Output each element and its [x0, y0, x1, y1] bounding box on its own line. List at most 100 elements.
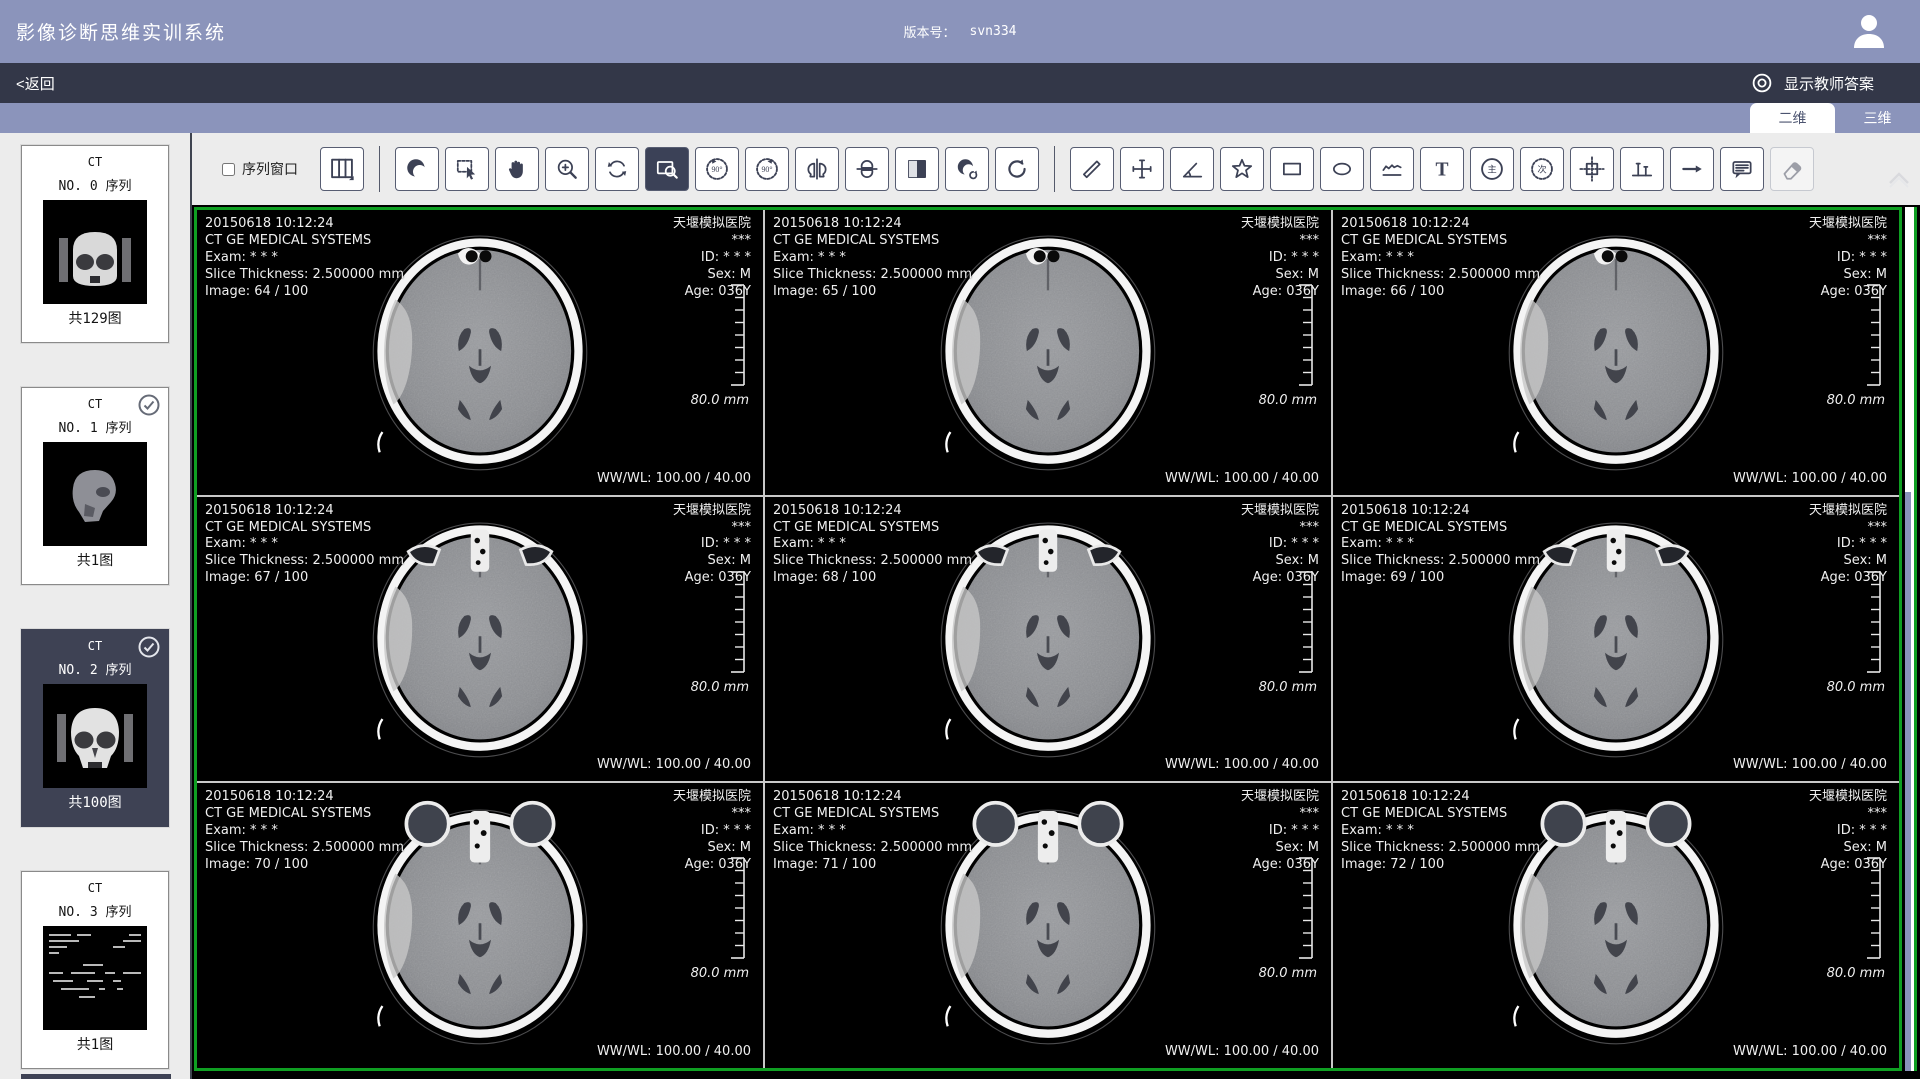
tool-arrow-button[interactable]	[1670, 147, 1714, 191]
viewport-grid: 20150618 10:12:24 CT GE MEDICAL SYSTEMS …	[194, 207, 1902, 1071]
view-tab-band: 二维 三维	[0, 103, 1920, 133]
scale-ruler: 80.0 mm	[1827, 568, 1885, 695]
tool-rotate-90-cw-button[interactable]: 90°	[745, 147, 789, 191]
tool-secondary-mark-button[interactable]: 次	[1520, 147, 1564, 191]
tool-profile-line-button[interactable]	[1620, 147, 1664, 191]
tool-ellipse-button[interactable]	[1320, 147, 1364, 191]
overlay-patient-id: ID: * * *	[1241, 823, 1319, 840]
scale-ruler: 80.0 mm	[691, 281, 749, 408]
overlay-patient-id: ID: * * *	[673, 823, 751, 840]
cell-overlay-top-left: 20150618 10:12:24 CT GE MEDICAL SYSTEMS …	[205, 789, 404, 873]
tool-angle-button[interactable]	[1170, 147, 1214, 191]
next-series-card-partial	[21, 1074, 171, 1079]
overlay-wwwl: WW/WL: 100.00 / 40.00	[1165, 1044, 1319, 1061]
viewport-cell[interactable]: 20150618 10:12:24 CT GE MEDICAL SYSTEMS …	[197, 783, 763, 1068]
tool-zoom-region-button[interactable]	[645, 147, 689, 191]
overlay-exam: Exam: * * *	[1341, 536, 1540, 553]
overlay-image-counter: Image: 70 / 100	[205, 857, 404, 874]
tool-select-button[interactable]	[445, 147, 489, 191]
tool-rectangle-button[interactable]	[1270, 147, 1314, 191]
scale-label: 80.0 mm	[1827, 680, 1885, 695]
tool-text-button[interactable]: T	[1420, 147, 1464, 191]
scale-label: 80.0 mm	[691, 393, 749, 408]
viewport-scrollbar[interactable]	[1905, 207, 1917, 1071]
overlay-stars: ***	[673, 233, 751, 250]
back-button[interactable]: <返回	[16, 73, 55, 94]
tab-2d[interactable]: 二维	[1750, 103, 1835, 133]
tool-ruler-button[interactable]	[1070, 147, 1114, 191]
tool-primary-mark-button[interactable]: 主	[1470, 147, 1514, 191]
collapse-toolbar-icon[interactable]	[1886, 169, 1912, 189]
overlay-slice-thickness: Slice Thickness: 2.500000 mm	[205, 267, 404, 284]
viewport-cell[interactable]: 20150618 10:12:24 CT GE MEDICAL SYSTEMS …	[197, 210, 763, 495]
select-icon	[454, 156, 480, 182]
scrollbar-thumb[interactable]	[1905, 492, 1911, 1071]
overlay-patient-id: ID: * * *	[1241, 536, 1319, 553]
ellipse-icon	[1329, 156, 1355, 182]
overlay-slice-thickness: Slice Thickness: 2.500000 mm	[1341, 840, 1540, 857]
viewport-cell[interactable]: 20150618 10:12:24 CT GE MEDICAL SYSTEMS …	[1333, 497, 1899, 782]
overlay-stars: ***	[1809, 520, 1887, 537]
tool-star-polygon-button[interactable]	[1220, 147, 1264, 191]
tool-rotate-90-ccw-button[interactable]: 90°	[695, 147, 739, 191]
series-modality: CT	[22, 881, 168, 895]
tool-rotate-free-button[interactable]	[595, 147, 639, 191]
tool-window-level-button[interactable]	[395, 147, 439, 191]
series-window-checkbox-group: 序列窗口	[222, 159, 298, 179]
series-window-checkbox[interactable]	[222, 163, 235, 176]
reset-icon	[1004, 156, 1030, 182]
tool-pan-button[interactable]	[495, 147, 539, 191]
viewport-cell[interactable]: 20150618 10:12:24 CT GE MEDICAL SYSTEMS …	[765, 783, 1331, 1068]
series-card-2[interactable]: CT NO. 2 序列 共100图	[21, 629, 169, 827]
angle-icon	[1179, 156, 1205, 182]
overlay-hospital: 天堰模拟医院	[1241, 789, 1319, 806]
overlay-slice-thickness: Slice Thickness: 2.500000 mm	[773, 840, 972, 857]
scale-ruler-icon	[1863, 568, 1885, 676]
tool-comment-button[interactable]	[1720, 147, 1764, 191]
viewport-cell[interactable]: 20150618 10:12:24 CT GE MEDICAL SYSTEMS …	[197, 497, 763, 782]
viewport-cell[interactable]: 20150618 10:12:24 CT GE MEDICAL SYSTEMS …	[765, 497, 1331, 782]
overlay-slice-thickness: Slice Thickness: 2.500000 mm	[773, 267, 972, 284]
series-card-3[interactable]: CT NO. 3 序列 共1图	[21, 871, 169, 1069]
series-count: 共129图	[22, 308, 168, 328]
overlay-manufacturer: CT GE MEDICAL SYSTEMS	[205, 233, 404, 250]
scale-ruler: 80.0 mm	[1259, 568, 1317, 695]
svg-text:T: T	[1435, 160, 1448, 181]
overlay-exam: Exam: * * *	[1341, 823, 1540, 840]
scale-ruler-icon	[727, 281, 749, 389]
tool-zoom-button[interactable]	[545, 147, 589, 191]
user-avatar-icon[interactable]	[1848, 10, 1890, 52]
overlay-patient-id: ID: * * *	[1809, 536, 1887, 553]
tool-cross-measure-button[interactable]	[1120, 147, 1164, 191]
tool-center-cross-button[interactable]	[1570, 147, 1614, 191]
overlay-datetime: 20150618 10:12:24	[205, 503, 404, 520]
series-window-label: 序列窗口	[242, 159, 298, 179]
tool-flip-horizontal-button[interactable]	[795, 147, 839, 191]
overlay-image-counter: Image: 65 / 100	[773, 284, 972, 301]
tool-window-preset-button[interactable]	[945, 147, 989, 191]
tool-eraser-button[interactable]	[1770, 147, 1814, 191]
tool-layout-button[interactable]	[320, 147, 364, 191]
show-teacher-answer-button[interactable]: 显示教师答案	[1749, 73, 1874, 94]
overlay-hospital: 天堰模拟医院	[1809, 216, 1887, 233]
overlay-image-counter: Image: 66 / 100	[1341, 284, 1540, 301]
scale-ruler: 80.0 mm	[1827, 281, 1885, 408]
tool-invert-button[interactable]	[895, 147, 939, 191]
primary-mark-icon: 主	[1478, 155, 1506, 183]
tool-reset-button[interactable]	[995, 147, 1039, 191]
tab-3d[interactable]: 三维	[1835, 103, 1920, 133]
series-card-1[interactable]: CT NO. 1 序列 共1图	[21, 387, 169, 585]
viewport-cell[interactable]: 20150618 10:12:24 CT GE MEDICAL SYSTEMS …	[1333, 210, 1899, 495]
overlay-patient-id: ID: * * *	[673, 536, 751, 553]
overlay-exam: Exam: * * *	[773, 823, 972, 840]
app-header: 影像诊断思维实训系统 版本号： svn334	[0, 0, 1920, 63]
tool-flip-vertical-button[interactable]	[845, 147, 889, 191]
viewport-cell[interactable]: 20150618 10:12:24 CT GE MEDICAL SYSTEMS …	[1333, 783, 1899, 1068]
comment-icon	[1729, 156, 1755, 182]
toolbar-divider	[379, 146, 380, 192]
view-tabs: 二维 三维	[1750, 103, 1920, 133]
cell-overlay-top-left: 20150618 10:12:24 CT GE MEDICAL SYSTEMS …	[1341, 503, 1540, 587]
viewport-cell[interactable]: 20150618 10:12:24 CT GE MEDICAL SYSTEMS …	[765, 210, 1331, 495]
tool-curve-button[interactable]	[1370, 147, 1414, 191]
series-card-0[interactable]: CT NO. 0 序列 共129图	[21, 145, 169, 343]
